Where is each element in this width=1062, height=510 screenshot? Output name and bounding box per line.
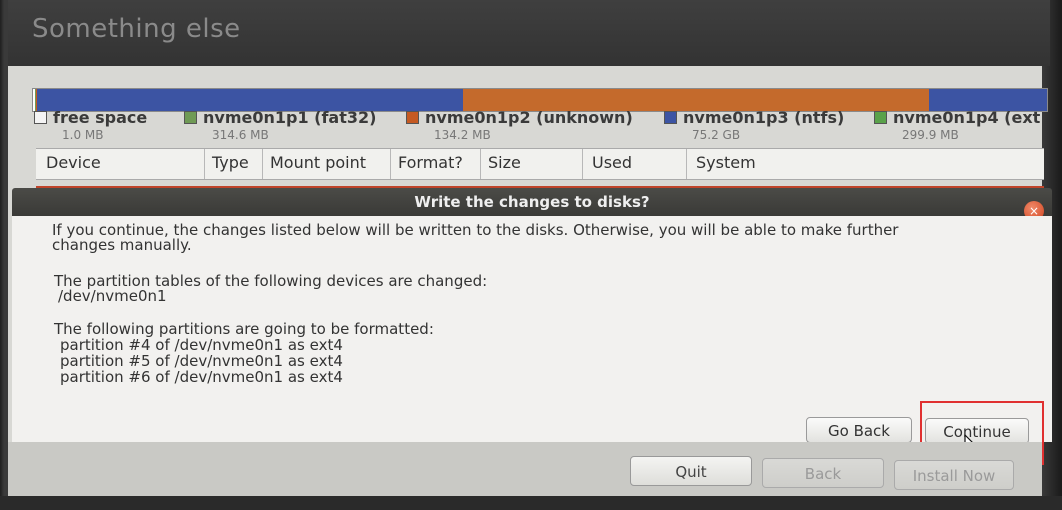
quit-button[interactable]: Quit xyxy=(630,456,752,486)
legend-size: 1.0 MB xyxy=(62,128,104,142)
legend-name: nvme0n1p1 (fat32) xyxy=(203,108,377,127)
dialog-title: Write the changes to disks? xyxy=(414,193,650,211)
column-divider xyxy=(262,149,263,179)
legend-name: free space xyxy=(53,108,148,127)
installer-nav: Quit Back Install Now xyxy=(8,442,1042,496)
column-format[interactable]: Format? xyxy=(398,153,463,172)
legend-item: nvme0n1p1 (fat32) 314.6 MB xyxy=(184,108,376,142)
column-divider xyxy=(390,149,391,179)
partition-legend: free space 1.0 MB nvme0n1p1 (fat32) 314.… xyxy=(34,108,1046,148)
legend-swatch xyxy=(664,111,677,124)
legend-size: 75.2 GB xyxy=(692,128,741,142)
format-item: partition #4 of /dev/nvme0n1 as ext4 xyxy=(60,336,343,354)
legend-swatch xyxy=(874,111,887,124)
dialog-titlebar: Write the changes to disks? xyxy=(12,188,1052,216)
legend-size: 299.9 MB xyxy=(902,128,959,142)
partition-table-header: Device Type Mount point Format? Size Use… xyxy=(36,148,1044,180)
screen-bottom-edge xyxy=(0,496,1062,510)
column-divider xyxy=(480,149,481,179)
legend-size: 314.6 MB xyxy=(212,128,269,142)
legend-item: nvme0n1p2 (unknown) 134.2 MB xyxy=(406,108,633,142)
legend-item: nvme0n1p4 (ext 299.9 MB xyxy=(874,108,1040,142)
column-divider xyxy=(204,149,205,179)
window-title: Something else xyxy=(32,14,241,44)
dialog-intro-line2: changes manually. xyxy=(52,236,192,254)
legend-name: nvme0n1p2 (unknown) xyxy=(425,108,633,127)
column-mount-point[interactable]: Mount point xyxy=(270,153,366,172)
installer-header: Something else xyxy=(8,0,1050,66)
format-item: partition #6 of /dev/nvme0n1 as ext4 xyxy=(60,368,343,386)
legend-item: free space 1.0 MB xyxy=(34,108,147,142)
legend-swatch xyxy=(406,111,419,124)
column-used[interactable]: Used xyxy=(592,153,632,172)
legend-swatch xyxy=(34,111,47,124)
column-size[interactable]: Size xyxy=(488,153,521,172)
format-heading: The following partitions are going to be… xyxy=(54,320,434,338)
legend-swatch xyxy=(184,111,197,124)
column-device[interactable]: Device xyxy=(46,153,101,172)
go-back-button[interactable]: Go Back xyxy=(806,417,912,443)
column-divider xyxy=(686,149,687,179)
column-type[interactable]: Type xyxy=(212,153,249,172)
legend-size: 134.2 MB xyxy=(434,128,491,142)
legend-name: nvme0n1p4 (ext xyxy=(893,108,1041,127)
install-now-button[interactable]: Install Now xyxy=(894,460,1014,490)
format-item: partition #5 of /dev/nvme0n1 as ext4 xyxy=(60,352,343,370)
legend-name: nvme0n1p3 (ntfs) xyxy=(683,108,845,127)
changed-device: /dev/nvme0n1 xyxy=(58,287,167,305)
legend-item: nvme0n1p3 (ntfs) 75.2 GB xyxy=(664,108,844,142)
back-button[interactable]: Back xyxy=(762,458,884,488)
column-system[interactable]: System xyxy=(696,153,756,172)
column-divider xyxy=(582,149,583,179)
dialog-body: If you continue, the changes listed belo… xyxy=(12,216,1052,442)
